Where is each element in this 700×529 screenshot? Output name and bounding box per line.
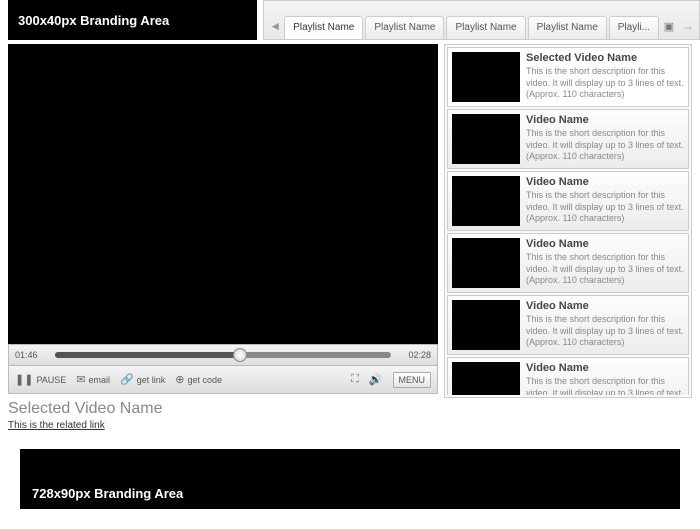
fullscreen-list-icon[interactable]: ▣ <box>659 13 679 39</box>
volume-icon: 🔊 <box>369 373 383 386</box>
get-link-label: get link <box>137 375 166 385</box>
playlist-item-title: Selected Video Name <box>526 52 684 64</box>
tab-next-button[interactable]: → <box>679 13 697 39</box>
seek-track[interactable] <box>55 352 391 358</box>
playlist-item-title: Video Name <box>526 238 684 250</box>
playlist-thumb <box>452 176 520 226</box>
get-code-button[interactable]: ⊕ get code <box>175 373 222 386</box>
related-link[interactable]: This is the related link <box>8 420 105 431</box>
branding-bottom: 728x90px Branding Area <box>20 449 680 509</box>
playlist-item[interactable]: Video Name This is the short description … <box>447 109 689 169</box>
playlist-thumb <box>452 114 520 164</box>
volume-button[interactable]: 🔊 <box>369 373 383 386</box>
branding-top: 300x40px Branding Area <box>8 0 257 40</box>
playlist-thumb <box>452 362 520 395</box>
controls-bar: ❚❚ PAUSE ✉ email 🔗 get link ⊕ get code ⛶ <box>8 366 438 394</box>
playlist-item[interactable]: Video Name This is the short description … <box>447 171 689 231</box>
link-icon: 🔗 <box>120 373 134 386</box>
playlist-item[interactable]: Selected Video Name This is the short des… <box>447 47 689 107</box>
playlist-item-desc: This is the short description for this v… <box>526 314 684 349</box>
playlist-item-desc: This is the short description for this v… <box>526 190 684 225</box>
playlist-thumb <box>452 238 520 288</box>
scrubber-bar: 01:46 02:28 <box>8 344 438 366</box>
playlist-item-desc: This is the short description for this v… <box>526 252 684 287</box>
email-button[interactable]: ✉ email <box>76 373 110 386</box>
code-icon: ⊕ <box>175 373 184 386</box>
email-icon: ✉ <box>76 373 85 386</box>
tab-bar: ◄ Playlist NamePlaylist NamePlaylist Nam… <box>263 0 700 40</box>
tab-prev-button[interactable]: ◄ <box>266 13 284 39</box>
playlist-tab[interactable]: Playli... <box>609 16 659 39</box>
playlist-thumb <box>452 300 520 350</box>
get-code-label: get code <box>187 375 222 385</box>
playlist-item-title: Video Name <box>526 176 684 188</box>
playlist-item-desc: This is the short description for this v… <box>526 66 684 101</box>
playlist-item-desc: This is the short description for this v… <box>526 128 684 163</box>
playlist-tab[interactable]: Playlist Name <box>446 16 525 39</box>
fullscreen-icon: ⛶ <box>351 373 359 386</box>
time-current: 01:46 <box>15 350 49 360</box>
playlist-tab[interactable]: Playlist Name <box>365 16 444 39</box>
playlist-item[interactable]: Video Name This is the short description … <box>447 295 689 355</box>
video-player[interactable] <box>8 44 438 344</box>
playlist-item-desc: This is the short description for this v… <box>526 376 684 395</box>
time-total: 02:28 <box>397 350 431 360</box>
playlist-thumb <box>452 52 520 102</box>
playlist-item-title: Video Name <box>526 362 684 374</box>
playlist-tab[interactable]: Playlist Name <box>284 16 363 39</box>
playlist-panel: Selected Video Name This is the short des… <box>444 44 692 398</box>
video-title: Selected Video Name <box>8 400 438 418</box>
get-link-button[interactable]: 🔗 get link <box>120 373 165 386</box>
email-label: email <box>89 375 111 385</box>
fullscreen-button[interactable]: ⛶ <box>351 373 359 386</box>
playlist-tab[interactable]: Playlist Name <box>528 16 607 39</box>
playlist-item-title: Video Name <box>526 300 684 312</box>
playlist-item[interactable]: Video Name This is the short description … <box>447 233 689 293</box>
playlist-item-title: Video Name <box>526 114 684 126</box>
playlist-item[interactable]: Video Name This is the short description … <box>447 357 689 395</box>
pause-icon: ❚❚ <box>15 373 33 386</box>
pause-button[interactable]: ❚❚ PAUSE <box>15 373 66 386</box>
menu-button[interactable]: MENU <box>393 372 432 388</box>
seek-progress <box>55 352 240 358</box>
pause-label: PAUSE <box>36 375 66 385</box>
seek-thumb[interactable] <box>233 348 247 362</box>
